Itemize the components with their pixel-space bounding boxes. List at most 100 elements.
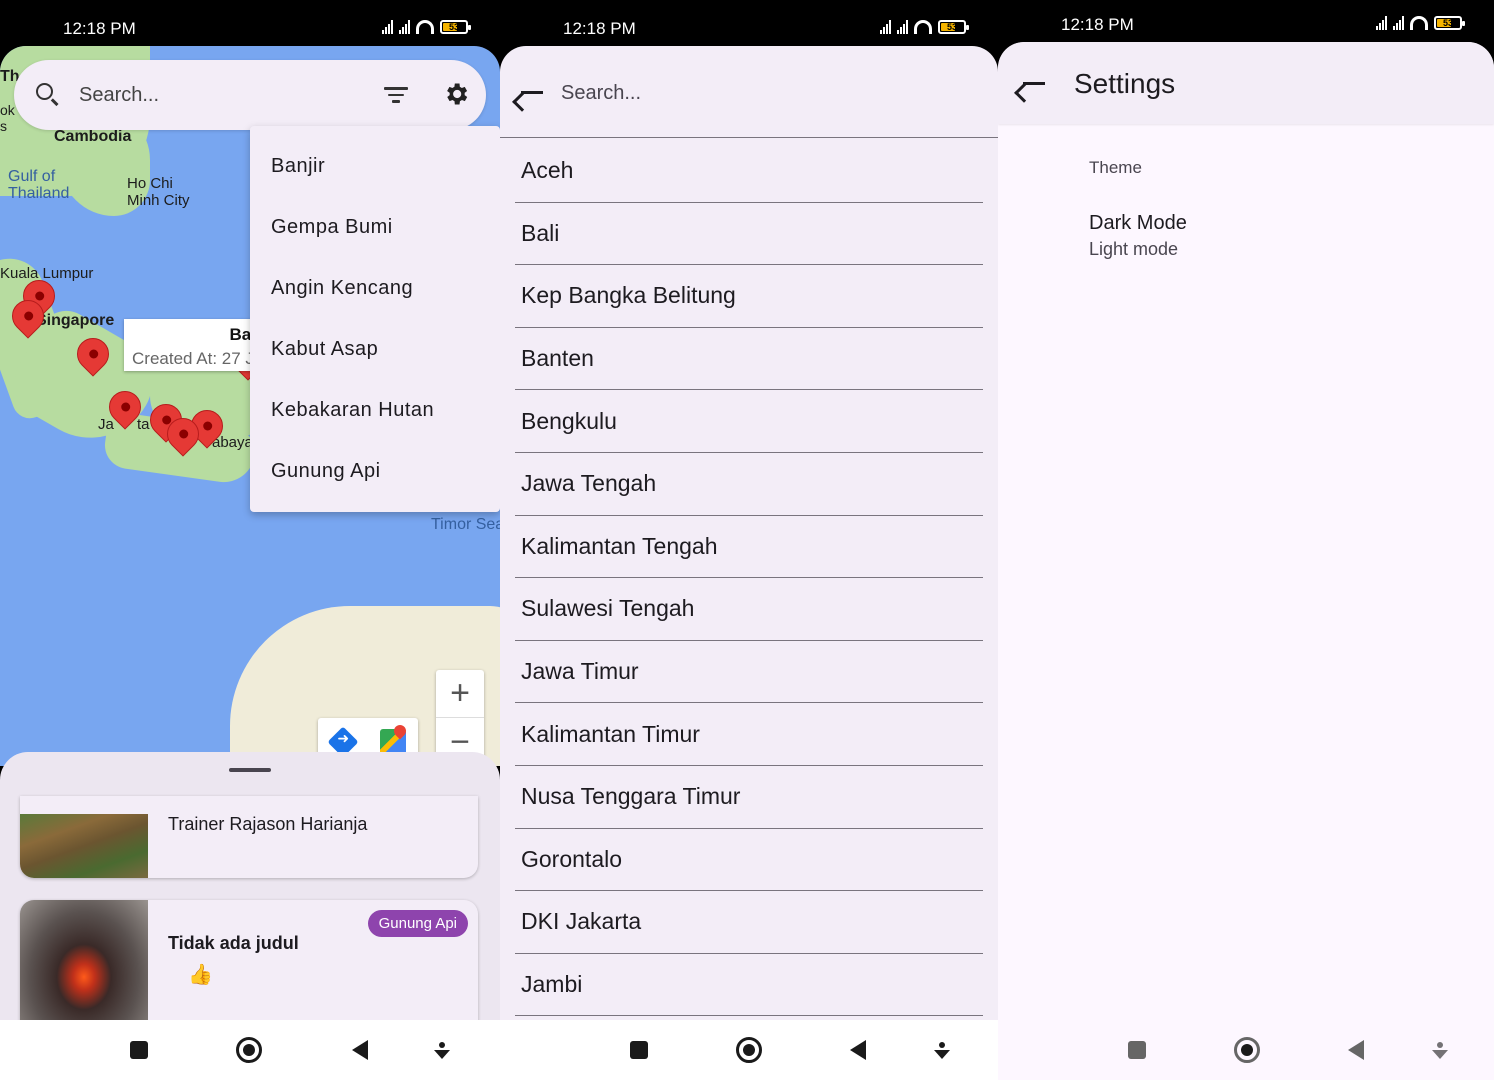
province-item[interactable]: Kalimantan Tengah bbox=[515, 516, 983, 579]
dark-mode-value: Light mode bbox=[1089, 239, 1179, 259]
filter-menu-item-gempa-bumi[interactable]: Gempa Bumi bbox=[250, 197, 500, 258]
recents-nav-icon[interactable] bbox=[130, 1041, 148, 1059]
assistant-nav-icon[interactable] bbox=[934, 1042, 950, 1060]
filter-menu-item-banjir[interactable]: Banjir bbox=[250, 136, 500, 197]
wifi-icon bbox=[914, 20, 932, 34]
signal-icon bbox=[1376, 16, 1387, 30]
province-item[interactable]: Sulawesi Tengah bbox=[515, 578, 983, 641]
status-time: 12:18 PM bbox=[563, 19, 636, 38]
info-window-date: Created At: 27 J bbox=[132, 349, 254, 368]
province-item[interactable]: Banten bbox=[515, 328, 983, 391]
report-thumbnail-volcano bbox=[20, 900, 148, 1020]
map-label: s bbox=[0, 118, 7, 134]
province-search-screen: 12:18 PM 53 Search... Aceh Bali Kep Bang… bbox=[500, 0, 998, 1080]
filter-icon[interactable] bbox=[384, 87, 408, 105]
assistant-nav-icon[interactable] bbox=[434, 1042, 450, 1060]
gear-icon[interactable] bbox=[442, 80, 470, 108]
status-bar: 12:18 PM 53 bbox=[0, 0, 500, 46]
province-item[interactable]: Aceh bbox=[515, 140, 983, 203]
status-bar: 12:18 PM 53 bbox=[500, 0, 998, 46]
category-badge: Gunung Api bbox=[367, 910, 468, 937]
map-label-cambodia: Cambodia bbox=[54, 128, 132, 145]
status-time: 12:18 PM bbox=[1061, 15, 1134, 34]
report-thumbnail-flood bbox=[20, 814, 148, 878]
map-label-jakarta: ta bbox=[137, 416, 150, 433]
drag-handle[interactable] bbox=[229, 768, 271, 772]
marker-info-window[interactable]: Bai Created At: 27 J bbox=[124, 319, 264, 371]
battery-icon: 53 bbox=[1434, 16, 1465, 30]
status-time: 12:18 PM bbox=[63, 19, 136, 38]
recents-nav-icon[interactable] bbox=[630, 1041, 648, 1059]
filter-menu-item-kebakaran-hutan[interactable]: Kebakaran Hutan bbox=[250, 380, 500, 441]
province-item[interactable]: Jawa Timur bbox=[515, 641, 983, 704]
map-label-hochiminh: Ho Chi Minh City bbox=[127, 175, 190, 209]
recents-nav-icon[interactable] bbox=[1128, 1041, 1146, 1059]
signal-icon bbox=[399, 20, 410, 34]
province-search-input[interactable]: Search... bbox=[561, 82, 641, 105]
map-label-singapore: Singapore bbox=[36, 312, 115, 329]
theme-section-label: Theme bbox=[1089, 158, 1142, 177]
filter-menu: Banjir Gempa Bumi Angin Kencang Kabut As… bbox=[250, 126, 500, 512]
status-icons: 53 bbox=[382, 20, 471, 34]
province-item[interactable]: Bengkulu bbox=[515, 390, 983, 453]
map-label-kualalumpur: Kuala Lumpur bbox=[0, 265, 94, 282]
search-icon bbox=[36, 83, 53, 100]
info-window-title: Bai bbox=[229, 325, 256, 344]
province-list: Aceh Bali Kep Bangka Belitung Banten Ben… bbox=[515, 140, 983, 1017]
settings-screen: 12:18 PM 53 Settings Theme Dark Mode Lig… bbox=[998, 0, 1494, 1080]
home-nav-icon[interactable] bbox=[736, 1037, 762, 1063]
province-item[interactable]: Jambi bbox=[515, 954, 983, 1017]
province-item[interactable]: DKI Jakarta bbox=[515, 891, 983, 954]
battery-icon: 53 bbox=[938, 20, 969, 34]
province-item[interactable]: Kalimantan Timur bbox=[515, 703, 983, 766]
filter-menu-item-angin-kencang[interactable]: Angin Kencang bbox=[250, 258, 500, 319]
report-card[interactable]: Trainer Rajason Harianja bbox=[20, 796, 478, 878]
wifi-icon bbox=[416, 20, 434, 34]
status-icons: 53 bbox=[880, 20, 969, 34]
battery-icon: 53 bbox=[440, 20, 471, 34]
map-screen: 12:18 PM 53 Th ok s Cambodia Gulf of Tha… bbox=[0, 0, 500, 1080]
home-nav-icon[interactable] bbox=[236, 1037, 262, 1063]
system-nav-bar bbox=[998, 1020, 1494, 1080]
zoom-in-button[interactable]: + bbox=[436, 670, 484, 718]
settings-app-bar: Settings bbox=[998, 42, 1494, 124]
province-item[interactable]: Gorontalo bbox=[515, 829, 983, 892]
settings-view: Settings Theme Dark Mode Light mode bbox=[998, 42, 1494, 1022]
report-card[interactable]: Tidak ada judul Gunung Api 👍 bbox=[20, 900, 478, 1020]
signal-icon bbox=[382, 20, 393, 34]
province-item[interactable]: Jawa Tengah bbox=[515, 453, 983, 516]
wifi-icon bbox=[1410, 16, 1428, 30]
back-arrow-icon[interactable] bbox=[521, 91, 543, 94]
assistant-nav-icon[interactable] bbox=[1432, 1042, 1448, 1060]
map-label-jakarta: Ja bbox=[98, 416, 114, 433]
search-input[interactable]: Search... bbox=[79, 84, 159, 107]
system-nav-bar bbox=[500, 1020, 998, 1080]
signal-icon bbox=[1393, 16, 1404, 30]
filter-menu-item-gunung-api[interactable]: Gunung Api bbox=[250, 441, 500, 502]
system-nav-bar bbox=[0, 1020, 500, 1080]
map-label-timor: Timor Sea bbox=[431, 516, 500, 533]
back-nav-icon[interactable] bbox=[352, 1040, 368, 1060]
page-title: Settings bbox=[1074, 68, 1176, 99]
report-title: Trainer Rajason Harianja bbox=[168, 814, 368, 834]
filter-menu-item-kabut-asap[interactable]: Kabut Asap bbox=[250, 319, 500, 380]
search-bar[interactable]: Search... bbox=[14, 60, 486, 130]
province-item[interactable]: Nusa Tenggara Timur bbox=[515, 766, 983, 829]
province-item[interactable]: Kep Bangka Belitung bbox=[515, 265, 983, 328]
reports-bottom-sheet[interactable]: Trainer Rajason Harianja Tidak ada judul… bbox=[0, 752, 500, 1020]
signal-icon bbox=[897, 20, 908, 34]
back-nav-icon[interactable] bbox=[1348, 1040, 1364, 1060]
status-bar: 12:18 PM 53 bbox=[998, 0, 1494, 46]
report-title: Tidak ada judul bbox=[168, 933, 299, 953]
map-label: ok bbox=[0, 102, 15, 118]
province-item[interactable]: Bali bbox=[515, 203, 983, 266]
back-nav-icon[interactable] bbox=[850, 1040, 866, 1060]
status-icons: 53 bbox=[1376, 16, 1465, 30]
signal-icon bbox=[880, 20, 891, 34]
back-arrow-icon[interactable] bbox=[1023, 82, 1045, 85]
search-header: Search... bbox=[500, 46, 998, 138]
thumbs-up-icon: 👍 bbox=[188, 964, 213, 986]
home-nav-icon[interactable] bbox=[1234, 1037, 1260, 1063]
search-view: Search... Aceh Bali Kep Bangka Belitung … bbox=[500, 46, 998, 1024]
map-label-gulf: Gulf of Thailand bbox=[8, 168, 70, 202]
